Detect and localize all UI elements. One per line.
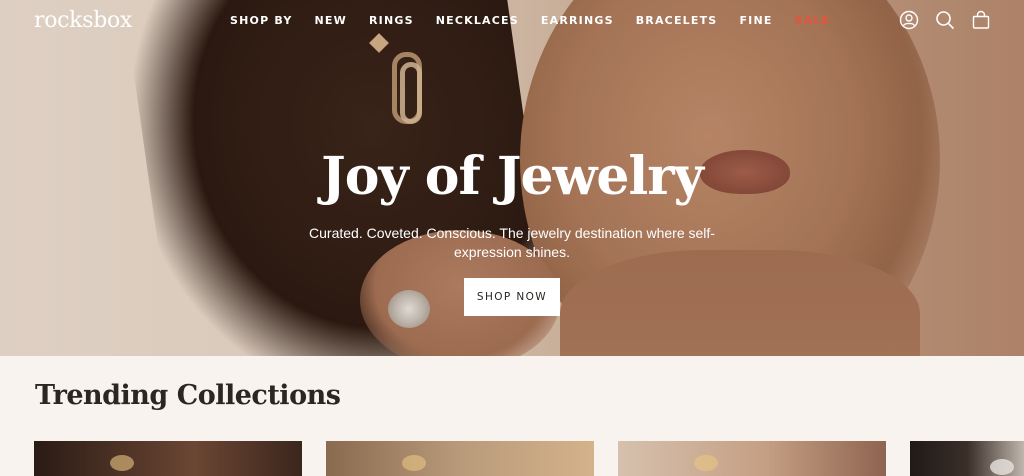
- brand-logo[interactable]: rocksbox: [34, 8, 132, 33]
- bag-icon[interactable]: [971, 10, 991, 30]
- nav-fine[interactable]: FINE: [739, 14, 772, 27]
- hero-title: Joy of Jewelry: [321, 146, 704, 207]
- collection-card[interactable]: [34, 441, 302, 476]
- shop-now-button[interactable]: SHOP NOW: [464, 278, 560, 316]
- collection-image: [990, 459, 1014, 475]
- collection-carousel: [0, 441, 1024, 476]
- collection-image: [110, 455, 134, 471]
- nav-rings[interactable]: RINGS: [369, 14, 414, 27]
- search-icon[interactable]: [935, 10, 955, 30]
- collection-image: [402, 455, 426, 471]
- nav-sale[interactable]: SALE: [795, 14, 831, 27]
- nav-earrings[interactable]: EARRINGS: [541, 14, 614, 27]
- trending-collections-title: Trending Collections: [35, 380, 341, 411]
- collection-image: [694, 455, 718, 471]
- nav-icon-group: [899, 10, 991, 30]
- account-icon[interactable]: [899, 10, 919, 30]
- nav-necklaces[interactable]: NECKLACES: [436, 14, 519, 27]
- nav-bracelets[interactable]: BRACELETS: [636, 14, 718, 27]
- nav-shop-by[interactable]: SHOP BY: [230, 14, 293, 27]
- hero-subtitle: Curated. Coveted. Conscious. The jewelry…: [309, 225, 715, 260]
- top-nav: rocksbox SHOP BY NEW RINGS NECKLACES EAR…: [0, 0, 1024, 42]
- nav-new[interactable]: NEW: [315, 14, 347, 27]
- collection-card[interactable]: [910, 441, 1024, 476]
- collection-card[interactable]: [618, 441, 886, 476]
- main-menu: SHOP BY NEW RINGS NECKLACES EARRINGS BRA…: [230, 14, 852, 27]
- collection-card[interactable]: [326, 441, 594, 476]
